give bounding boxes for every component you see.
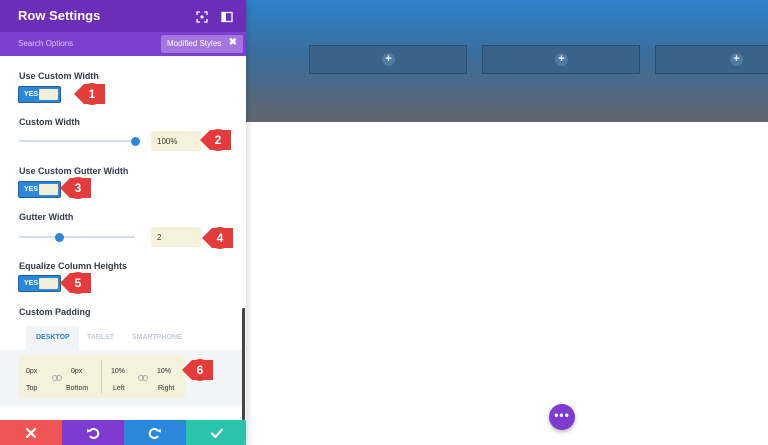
gutter-width-slider-thumb[interactable] — [55, 233, 65, 242]
link-icon[interactable] — [138, 368, 148, 381]
callout-marker-2: 2 — [198, 128, 234, 152]
padding-top-value[interactable]: 0px — [26, 368, 37, 375]
panel-title: Row Settings — [18, 8, 101, 23]
marker-number: 4 — [216, 231, 224, 245]
toggle-knob — [39, 89, 58, 100]
padding-right-label: Right — [158, 385, 175, 392]
add-module-icon[interactable]: + — [730, 52, 743, 66]
marker-number: 3 — [74, 181, 82, 195]
padding-left-label: Left — [113, 385, 125, 392]
panel-scrollbar[interactable] — [242, 308, 245, 420]
undo-button[interactable] — [62, 420, 124, 445]
column-3[interactable]: + — [655, 45, 768, 74]
modified-styles-label: Modified Styles — [167, 39, 222, 48]
use-custom-gutter-toggle[interactable]: YES — [18, 181, 61, 198]
save-button[interactable] — [186, 420, 246, 445]
redo-icon — [148, 428, 161, 439]
row-preview: + + + — [246, 0, 768, 122]
add-module-icon[interactable]: + — [555, 52, 568, 66]
marker-number: 5 — [74, 276, 82, 290]
close-icon[interactable]: ✖ — [229, 37, 237, 48]
gutter-width-input[interactable]: 2 — [151, 227, 201, 247]
gutter-width-value: 2 — [157, 233, 162, 242]
tab-smartphone[interactable]: SMARTPHONE — [132, 334, 182, 341]
toggle-yes-text: YES — [24, 91, 39, 98]
use-custom-width-toggle[interactable]: YES — [18, 86, 61, 103]
undo-icon — [87, 428, 100, 439]
column-2[interactable]: + — [482, 45, 640, 74]
marker-number: 6 — [196, 363, 204, 377]
custom-padding-label: Custom Padding — [19, 307, 91, 317]
column-1[interactable]: + — [309, 45, 467, 74]
custom-width-input[interactable]: 100% — [151, 131, 201, 151]
callout-marker-4: 4 — [200, 226, 236, 250]
gutter-width-slider-track[interactable] — [19, 236, 135, 238]
equalize-column-heights-label: Equalize Column Heights — [19, 261, 128, 271]
callout-marker-3: 3 — [58, 176, 94, 200]
modified-styles-button[interactable]: Modified Styles ✖ — [161, 35, 243, 53]
dock-icon[interactable] — [221, 10, 233, 23]
padding-right-value[interactable]: 10% — [157, 368, 171, 375]
panel-header: Row Settings — [0, 0, 246, 32]
tab-desktop[interactable]: DESKTOP — [36, 334, 70, 341]
padding-divider — [101, 360, 102, 393]
search-options-placeholder[interactable]: Search Options — [18, 39, 73, 48]
toggle-yes-text: YES — [24, 280, 39, 287]
tab-tablet[interactable]: TABLET — [87, 334, 114, 341]
close-icon — [25, 427, 37, 439]
marker-number: 1 — [88, 87, 96, 101]
check-icon — [210, 428, 224, 439]
gutter-width-label: Gutter Width — [19, 212, 74, 222]
focus-icon[interactable] — [196, 10, 208, 23]
toggle-knob — [39, 184, 58, 195]
link-icon[interactable] — [52, 368, 62, 381]
padding-left-value[interactable]: 10% — [111, 368, 125, 375]
use-custom-gutter-label: Use Custom Gutter Width — [19, 166, 129, 176]
panel-action-bar — [0, 420, 246, 445]
padding-bottom-value[interactable]: 0px — [71, 368, 82, 375]
padding-top-label: Top — [26, 385, 38, 392]
builder-menu-button[interactable]: ••• — [549, 404, 575, 430]
marker-number: 2 — [214, 133, 222, 147]
toggle-knob — [39, 278, 58, 289]
more-icon: ••• — [554, 408, 570, 422]
equalize-column-heights-toggle[interactable]: YES — [18, 275, 61, 292]
callout-marker-6: 6 — [180, 358, 216, 382]
row-settings-panel: Row Settings Search Options Modified Sty… — [0, 0, 246, 445]
redo-button[interactable] — [124, 420, 186, 445]
custom-width-slider-thumb[interactable] — [130, 137, 140, 146]
use-custom-width-label: Use Custom Width — [19, 71, 99, 81]
add-module-icon[interactable]: + — [382, 52, 395, 66]
toggle-yes-text: YES — [24, 186, 39, 193]
callout-marker-1: 1 — [72, 82, 108, 106]
discard-button[interactable] — [0, 420, 62, 445]
custom-width-slider-track[interactable] — [19, 140, 135, 142]
custom-width-value: 100% — [157, 137, 178, 146]
callout-marker-5: 5 — [58, 271, 94, 295]
custom-width-label: Custom Width — [19, 117, 80, 127]
padding-bottom-label: Bottom — [66, 385, 89, 392]
